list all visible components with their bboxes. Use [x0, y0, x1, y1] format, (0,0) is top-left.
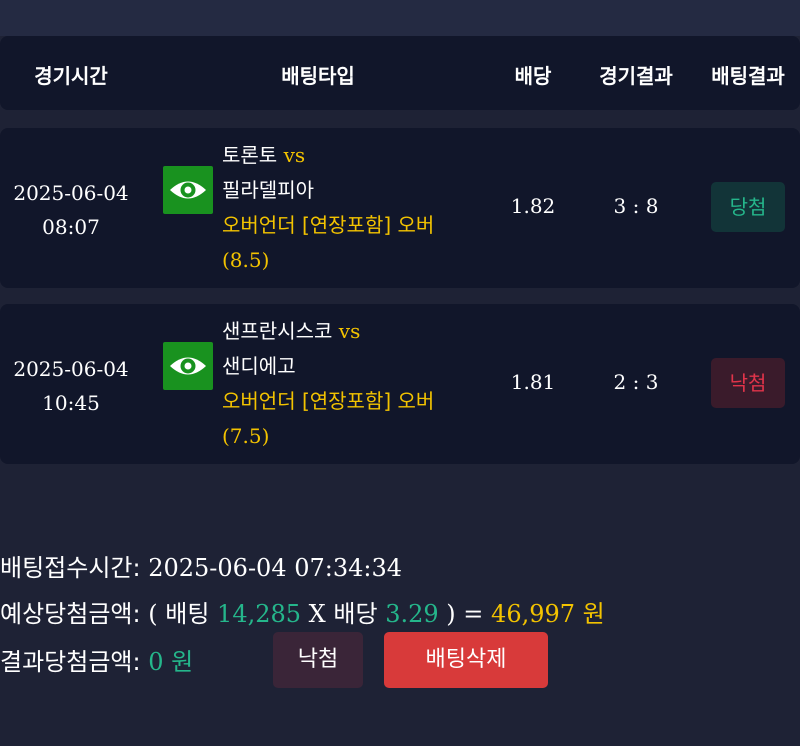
table-row: 2025-06-04 10:45 샌프란시스코 vs 샌디에고 오버언더 [연장…	[0, 304, 800, 464]
bet-time-value: 2025-06-04 07:34:34	[148, 554, 403, 582]
header-odds: 배당	[514, 64, 552, 88]
bet-option: 오버언더 [연장포함] 오버	[222, 213, 435, 237]
open-paren: (	[148, 600, 158, 628]
header-time: 경기시간	[34, 64, 108, 88]
away-team: 필라델피아	[222, 178, 314, 202]
actual-winnings-line: 결과당첨금액: 0 원	[0, 642, 193, 677]
vs-label: vs	[338, 319, 361, 343]
actual-currency-won: 원	[171, 648, 194, 676]
away-team: 샌디에고	[222, 354, 296, 378]
bet-option: 오버언더 [연장포함] 오버	[222, 389, 435, 413]
result-badge-lose: 낙첨	[711, 358, 785, 408]
bet-line: (8.5)	[222, 248, 270, 272]
bet-description: 토론토 vs 필라델피아 오버언더 [연장포함] 오버 (8.5)	[222, 138, 492, 278]
bet-amount: 14,285	[217, 600, 302, 628]
result-button[interactable]: 낙첨	[273, 632, 363, 688]
game-date: 2025-06-04	[13, 357, 129, 381]
currency-won: 원	[582, 600, 605, 628]
bet-line: (7.5)	[222, 424, 270, 448]
game-date: 2025-06-04	[13, 181, 129, 205]
total-odds: 3.29	[385, 600, 439, 628]
header-game-result: 경기결과	[599, 64, 673, 88]
bet-time-label: 배팅접수시간:	[0, 554, 141, 582]
row-score: 2 : 3	[613, 370, 659, 394]
expected-winnings-line: 예상당첨금액: ( 배팅 14,285 X 배당 3.29 ) = 46,997…	[0, 594, 605, 629]
eye-icon[interactable]	[163, 166, 213, 214]
home-team: 샌프란시스코	[222, 319, 333, 343]
row-odds: 1.82	[510, 194, 556, 218]
eye-icon[interactable]	[163, 342, 213, 390]
game-time: 10:45	[42, 391, 100, 415]
game-time: 08:07	[42, 215, 100, 239]
times-sign: X	[308, 600, 326, 628]
top-strip	[0, 0, 800, 36]
close-equals: ) =	[446, 600, 484, 628]
delete-bet-button[interactable]: 배팅삭제	[384, 632, 548, 688]
header-bet-result: 배팅결과	[711, 64, 785, 88]
bet-time-line: 배팅접수시간: 2025-06-04 07:34:34	[0, 548, 402, 583]
game-datetime: 2025-06-04 08:07	[0, 176, 142, 244]
result-badge-win: 당첨	[711, 182, 785, 232]
actual-label: 결과당첨금액:	[0, 648, 141, 676]
header-bet-type: 배팅타입	[281, 64, 355, 88]
vs-label: vs	[283, 143, 306, 167]
bet-description: 샌프란시스코 vs 샌디에고 오버언더 [연장포함] 오버 (7.5)	[222, 314, 492, 454]
expected-label: 예상당첨금액:	[0, 600, 141, 628]
row-score: 3 : 8	[613, 194, 659, 218]
bet-word: 배팅	[165, 600, 210, 628]
actual-amount: 0	[148, 648, 164, 676]
game-datetime: 2025-06-04 10:45	[0, 352, 142, 420]
odds-word: 배당	[333, 600, 378, 628]
table-row: 2025-06-04 08:07 토론토 vs 필라델피아 오버언더 [연장포함…	[0, 128, 800, 288]
row-odds: 1.81	[510, 370, 556, 394]
home-team: 토론토	[222, 143, 278, 167]
table-header: 경기시간 배팅타입 배당 경기결과 배팅결과	[0, 36, 800, 110]
expected-amount: 46,997	[491, 600, 576, 628]
